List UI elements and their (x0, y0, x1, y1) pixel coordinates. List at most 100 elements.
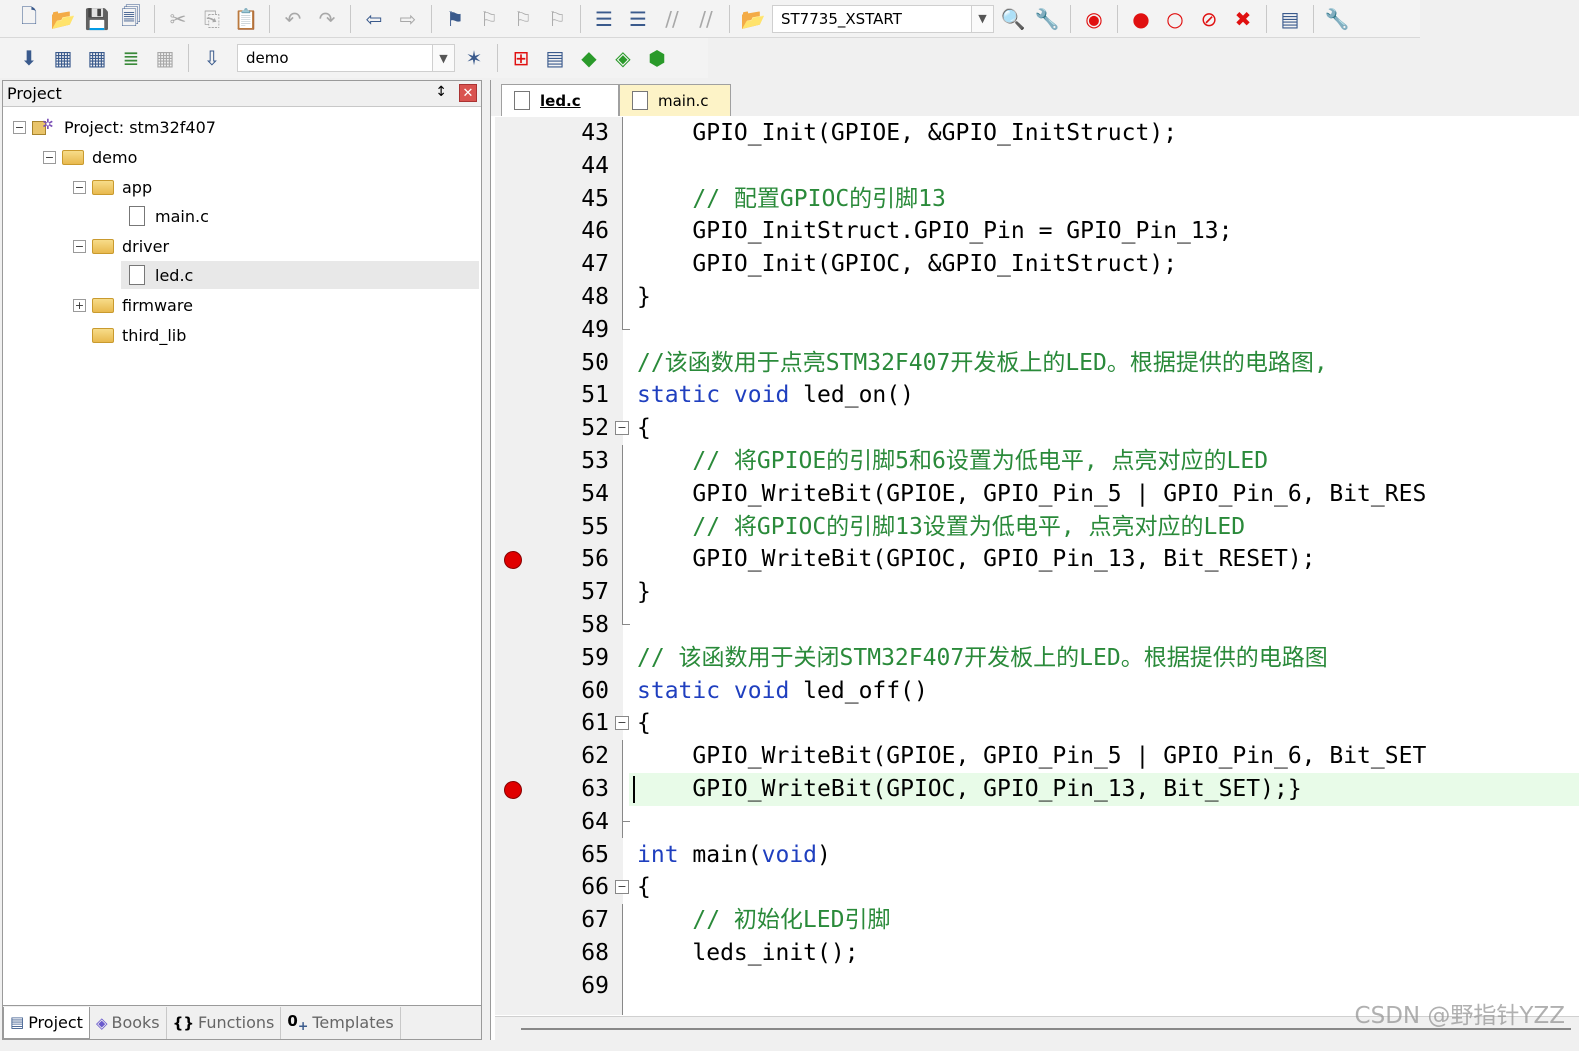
tree-item-file-main[interactable]: main.c (129, 202, 209, 230)
chevron-down-icon[interactable]: ▼ (971, 5, 993, 32)
find-icon[interactable]: 🔍 (998, 4, 1028, 34)
copy-icon[interactable]: ⎘ (197, 4, 227, 34)
redo-icon[interactable]: ↷ (312, 4, 342, 34)
translate-icon[interactable]: ⬇ (14, 43, 44, 73)
code-line[interactable]: 57} (495, 576, 1579, 609)
navigate-forward-icon[interactable]: ⇨ (393, 4, 423, 34)
code-line[interactable]: 65 int main(void) (495, 839, 1579, 872)
find-in-files-icon[interactable]: 📂 (738, 4, 768, 34)
cut-icon[interactable]: ✂ (163, 4, 193, 34)
software-packs-icon[interactable]: ⬢ (642, 43, 672, 73)
code-line[interactable]: 60 static void led_off() (495, 675, 1579, 708)
bookmark-icon[interactable]: ⚑ (440, 4, 470, 34)
tab-led-c[interactable]: led.c (501, 84, 619, 116)
kill-all-breakpoints-icon[interactable]: ✖ (1228, 4, 1258, 34)
uncomment-icon[interactable]: // (691, 4, 721, 34)
tree-item-file-led[interactable]: led.c (121, 261, 479, 289)
manage-run-time-icon[interactable]: ◆ (574, 43, 604, 73)
rebuild-icon[interactable]: ▦ (82, 43, 112, 73)
code-area[interactable]: 43 GPIO_Init(GPIOE, &GPIO_InitStruct); 44… (495, 117, 1579, 1015)
code-line[interactable]: 43 GPIO_Init(GPIOE, &GPIO_InitStruct); (495, 117, 1579, 150)
code-line[interactable]: 58 (495, 609, 1579, 642)
code-line[interactable]: 47 GPIO_Init(GPIOC, &GPIO_InitStruct); (495, 248, 1579, 281)
paste-icon[interactable]: 📋 (231, 4, 261, 34)
collapse-icon[interactable]: − (13, 120, 26, 134)
code-line[interactable]: 56 GPIO_WriteBit(GPIOC, GPIO_Pin_13, Bit… (495, 543, 1579, 576)
tab-project[interactable]: ▤ Project (3, 1006, 90, 1039)
tab-books[interactable]: ◈ Books (90, 1006, 167, 1039)
code-line[interactable]: 59 // 该函数用于关闭STM32F407开发板上的LED。根据提供的电路图 (495, 642, 1579, 675)
code-line[interactable]: 48} (495, 281, 1579, 314)
clear-bookmarks-icon[interactable]: ⚐ (542, 4, 572, 34)
code-line[interactable]: 50 //该函数用于点亮STM32F407开发板上的LED。根据提供的电路图, (495, 347, 1579, 380)
navigate-back-icon[interactable]: ⇦ (359, 4, 389, 34)
open-file-icon[interactable]: 📂 (48, 4, 78, 34)
target-options-icon[interactable]: ✶ (459, 43, 489, 73)
pack-installer-icon[interactable]: ◈ (608, 43, 638, 73)
expand-icon[interactable]: + (73, 298, 86, 312)
tree-item-group-driver[interactable]: − driver (73, 232, 169, 260)
window-layout-icon[interactable]: ▤ (1275, 4, 1305, 34)
prev-bookmark-icon[interactable]: ⚐ (474, 4, 504, 34)
tree-item-project[interactable]: − ✲ Project: stm32f407 (13, 113, 216, 141)
code-line[interactable]: 44 (495, 150, 1579, 183)
tree-item-group-firmware[interactable]: + firmware (73, 291, 193, 319)
fold-toggle-icon[interactable]: − (615, 880, 629, 895)
code-line[interactable]: 45 // 配置GPIOC的引脚13 (495, 183, 1579, 216)
stop-build-icon[interactable]: ▦ (150, 43, 180, 73)
configure-icon[interactable]: 🔧 (1322, 4, 1352, 34)
close-icon[interactable]: ✕ (459, 84, 477, 102)
unindent-icon[interactable]: ☰ (623, 4, 653, 34)
code-line[interactable]: 64 (495, 805, 1579, 839)
line-number: 60 (581, 677, 609, 704)
code-line[interactable]: 61−{ (495, 707, 1579, 740)
tree-item-group-third-lib[interactable]: third_lib (92, 321, 186, 349)
code-line[interactable]: 67 // 初始化LED引脚 (495, 904, 1579, 937)
code-line[interactable]: 63 GPIO_WriteBit(GPIOC, GPIO_Pin_13, Bit… (495, 773, 1579, 806)
batch-build-icon[interactable]: ≣ (116, 43, 146, 73)
download-icon[interactable]: ⇩ (197, 43, 227, 73)
build-icon[interactable]: ▦ (48, 43, 78, 73)
save-all-icon[interactable]: 🗐 (116, 4, 146, 34)
fold-end-marker (622, 805, 630, 822)
code-line[interactable]: 66−{ (495, 871, 1579, 904)
code-line[interactable]: 51 static void led_on() (495, 379, 1579, 412)
collapse-icon[interactable]: − (43, 150, 56, 164)
code-line[interactable]: 68 leds_init(); (495, 937, 1579, 970)
code-line[interactable]: 52−{ (495, 412, 1579, 445)
code-line[interactable]: 55 // 将GPIOC的引脚13设置为低电平, 点亮对应的LED (495, 511, 1579, 544)
fold-toggle-icon[interactable]: − (615, 421, 629, 436)
next-bookmark-icon[interactable]: ⚐ (508, 4, 538, 34)
code-line[interactable]: 53 // 将GPIOE的引脚5和6设置为低电平, 点亮对应的LED (495, 445, 1579, 478)
pin-icon[interactable]: ↕ (435, 84, 447, 100)
insert-breakpoint-icon[interactable]: ● (1126, 4, 1156, 34)
tree-item-group-app[interactable]: − app (73, 173, 152, 201)
separator (154, 4, 155, 33)
collapse-icon[interactable]: − (73, 239, 86, 253)
undo-icon[interactable]: ↶ (278, 4, 308, 34)
save-icon[interactable]: 💾 (82, 4, 112, 34)
find-combo[interactable]: ST7735_XSTART ▼ (772, 4, 994, 33)
incremental-find-icon[interactable]: 🔧 (1032, 4, 1062, 34)
comment-icon[interactable]: // (657, 4, 687, 34)
code-line[interactable]: 46 GPIO_InitStruct.GPIO_Pin = GPIO_Pin_1… (495, 215, 1579, 248)
disable-all-breakpoints-icon[interactable]: ⊘ (1194, 4, 1224, 34)
enable-breakpoint-icon[interactable]: ○ (1160, 4, 1190, 34)
breakpoint-icon[interactable] (504, 781, 522, 799)
tree-item-target[interactable]: − demo (43, 143, 137, 171)
code-line[interactable]: 54 GPIO_WriteBit(GPIOE, GPIO_Pin_5 | GPI… (495, 478, 1579, 511)
tab-main-c[interactable]: main.c (619, 84, 731, 116)
fold-toggle-icon[interactable]: − (615, 716, 629, 731)
collapse-icon[interactable]: − (73, 180, 86, 194)
new-file-icon[interactable]: 🗋 (14, 4, 44, 34)
code-line[interactable]: 49 (495, 313, 1579, 347)
manage-components-icon[interactable]: ⊞ (506, 43, 536, 73)
chevron-down-icon[interactable]: ▼ (432, 45, 454, 71)
code-line[interactable]: 62 GPIO_WriteBit(GPIOE, GPIO_Pin_5 | GPI… (495, 740, 1579, 773)
tab-functions[interactable]: {} Functions (167, 1006, 282, 1039)
tab-templates[interactable]: 0+ Templates (281, 1006, 401, 1039)
indent-icon[interactable]: ☰ (589, 4, 619, 34)
debug-session-icon[interactable]: ◉ (1079, 4, 1109, 34)
select-packs-icon[interactable]: ▤ (540, 43, 570, 73)
target-select[interactable]: demo ▼ (237, 44, 455, 72)
